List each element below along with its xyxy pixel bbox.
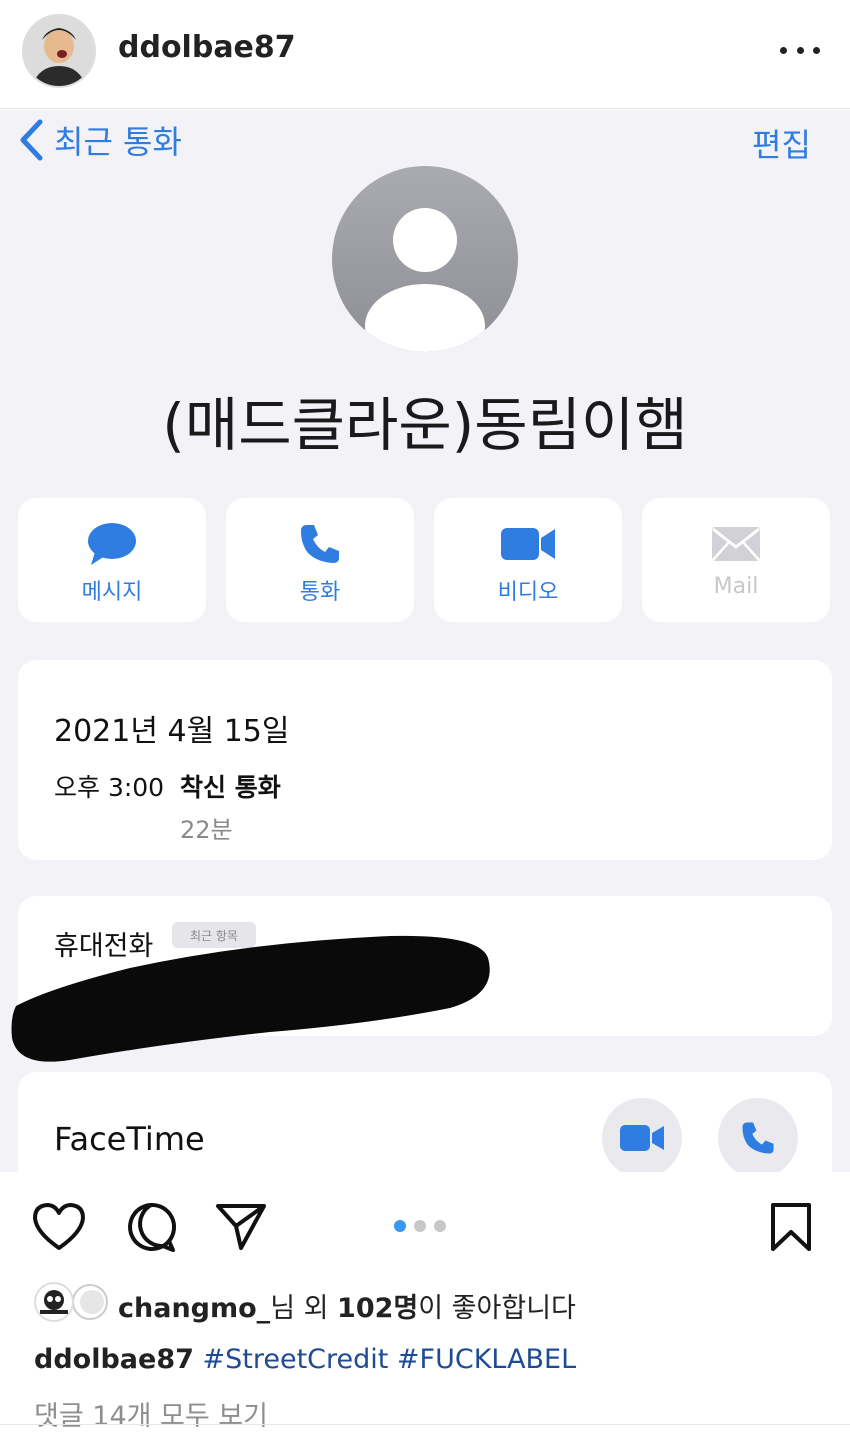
likes-summary[interactable]: changmo_님 외 102명이 좋아합니다 (118, 1286, 576, 1325)
edit-button[interactable]: 편집 (752, 120, 811, 166)
video-camera-icon (501, 528, 555, 560)
redaction-scribble (11, 935, 490, 1062)
facetime-audio-button[interactable] (718, 1098, 798, 1178)
facetime-video-button[interactable] (602, 1098, 682, 1178)
mail-button: Mail (642, 498, 830, 622)
contact-name: (매드클라운)동림이햄 (162, 391, 688, 459)
call-history-card (18, 660, 832, 860)
liker-username[interactable]: changmo_ (118, 1293, 270, 1324)
share-send-icon[interactable] (214, 1200, 268, 1254)
profile-avatar[interactable] (22, 14, 96, 88)
divider (0, 1424, 850, 1425)
mail-envelope-icon (712, 527, 760, 561)
call-label: 통화 (299, 580, 341, 605)
carousel-dot (414, 1220, 426, 1232)
call-date: 2021년 4월 15일 (54, 714, 290, 749)
post-username[interactable]: ddolbae87 (118, 30, 296, 65)
liked-by-avatars[interactable] (32, 1282, 108, 1322)
call-button[interactable]: 통화 (226, 498, 414, 622)
likes-middle: 님 외 (270, 1293, 338, 1324)
contact-avatar-icon (332, 166, 518, 352)
back-label: 최근 통화 (54, 123, 182, 161)
carousel-dot (434, 1220, 446, 1232)
carousel-dot-active (394, 1220, 406, 1232)
message-button[interactable]: 메시지 (18, 498, 206, 622)
phone-icon (742, 1122, 774, 1154)
likes-suffix: 이 좋아합니다 (418, 1293, 576, 1324)
caption-username[interactable]: ddolbae87 (34, 1344, 194, 1375)
chevron-left-icon (20, 119, 43, 161)
facetime-label: FaceTime (54, 1120, 205, 1158)
more-options-icon[interactable] (780, 30, 820, 70)
call-duration: 22분 (180, 816, 233, 844)
video-label: 비디오 (497, 580, 559, 605)
like-heart-icon[interactable] (32, 1200, 86, 1254)
comment-bubble-icon[interactable] (124, 1200, 178, 1254)
post-caption: ddolbae87 #StreetCredit #FUCKLABEL (34, 1344, 576, 1375)
likes-count[interactable]: 102명 (337, 1293, 418, 1324)
back-to-recents-button[interactable]: 최근 통화 (18, 118, 182, 162)
call-type: 착신 통화 (180, 773, 281, 802)
carousel-indicator (394, 1220, 446, 1232)
video-camera-icon (620, 1125, 664, 1151)
message-bubble-icon (88, 523, 136, 565)
bookmark-save-icon[interactable] (764, 1200, 818, 1254)
view-all-comments-link[interactable]: 댓글 14개 모두 보기 (34, 1394, 268, 1433)
message-label: 메시지 (81, 580, 143, 605)
call-time: 오후 3:00 (54, 773, 165, 802)
video-button[interactable]: 비디오 (434, 498, 622, 622)
caption-hashtags[interactable]: #StreetCredit #FUCKLABEL (202, 1344, 576, 1375)
mail-label: Mail (713, 574, 759, 599)
phone-icon (301, 525, 339, 563)
